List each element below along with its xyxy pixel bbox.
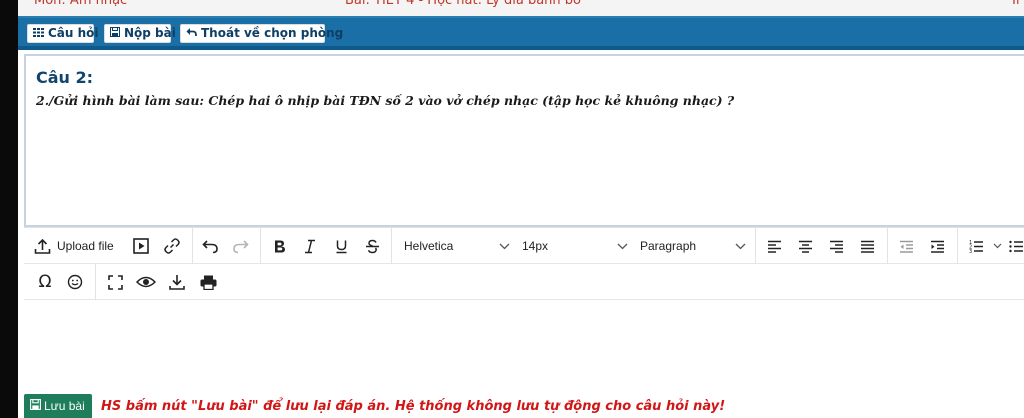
download-icon [169,274,185,290]
rich-text-editor: Upload file Helvetica 14px Paragraph 1 2… [24,227,1024,389]
emoji-button[interactable] [62,264,88,300]
align-right-icon [829,240,844,253]
smiley-icon [67,274,83,290]
font-family-select[interactable]: Helvetica [404,228,510,264]
save-icon [30,399,41,413]
outdent-button[interactable] [893,228,919,264]
question-panel: Câu 2: 2./Gửi hình bài làm sau: Chép hai… [24,54,1024,227]
strikethrough-icon [365,239,380,254]
editor-toolbar-row-2: Ω [24,264,1024,300]
print-button[interactable] [195,264,221,300]
font-size-value: 14px [522,239,549,253]
block-format-select[interactable]: Paragraph [640,228,746,264]
toolbar-separator [957,228,958,264]
toolbar-separator [260,228,261,264]
bold-button[interactable] [267,228,293,264]
toolbar-separator [755,228,756,264]
numbered-list-button[interactable]: 123 [964,228,988,264]
indent-icon [930,240,945,253]
font-family-value: Helvetica [404,239,454,253]
subject-text: Môn: Âm nhạc [34,0,128,8]
save-answer-button[interactable]: Lưu bài [24,394,92,418]
question-title: Câu 2: [36,68,94,87]
underline-icon [335,239,348,254]
eye-icon [136,275,156,289]
italic-button[interactable] [298,228,322,264]
play-media-icon [133,238,149,254]
editor-toolbar-row-1: Upload file Helvetica 14px Paragraph 1 2… [24,228,1024,264]
editor-content-area[interactable] [24,300,1024,389]
svg-text:3: 3 [969,249,972,253]
fullscreen-icon [107,274,123,290]
omega-icon: Ω [38,272,52,292]
toolbar-separator [192,228,193,264]
redo-icon [232,239,249,254]
strikethrough-button[interactable] [360,228,384,264]
media-button[interactable] [128,228,154,264]
align-left-button[interactable] [761,228,787,264]
left-edge-bar [0,0,18,418]
chevron-down-icon [735,239,746,253]
indent-button[interactable] [924,228,950,264]
reply-arrow-icon [186,25,197,42]
outdent-icon [899,240,914,253]
submit-button[interactable]: Nộp bài [104,24,176,43]
undo-icon [201,239,219,254]
align-right-button[interactable] [823,228,849,264]
align-justify-icon [860,240,875,253]
upload-icon [34,238,51,255]
download-button[interactable] [164,264,190,300]
upload-file-label: Upload file [57,239,114,253]
save-answer-label: Lưu bài [44,399,85,413]
save-icon [110,25,120,42]
undo-button[interactable] [197,228,223,264]
right-info-text: Tr [1010,0,1022,8]
bullet-list-icon [1009,239,1024,253]
align-left-icon [767,240,782,253]
align-center-button[interactable] [792,228,818,264]
upload-file-button[interactable]: Upload file [34,228,120,264]
numbered-list-icon: 123 [969,239,984,253]
font-size-select[interactable]: 14px [522,228,628,264]
toolbar-separator [391,228,392,264]
exit-room-button[interactable]: Thoát về chọn phòng [180,24,343,43]
submit-label: Nộp bài [124,26,176,40]
nav-bar: Câu hỏi Nộp bài Thoát về chọn phòng [18,18,1024,50]
numbered-list-dropdown[interactable] [990,228,1004,264]
block-format-value: Paragraph [640,239,697,253]
special-character-button[interactable]: Ω [32,264,58,300]
question-text: 2./Gửi hình bài làm sau: Chép hai ô nhịp… [36,93,735,108]
chevron-down-icon [499,239,510,253]
bold-icon [273,239,287,254]
italic-icon [304,239,316,254]
exit-room-label: Thoát về chọn phòng [201,26,344,40]
bullet-list-button[interactable] [1009,228,1024,264]
underline-button[interactable] [329,228,353,264]
link-icon [163,237,181,255]
question-list-label: Câu hỏi [48,26,99,40]
align-center-icon [798,240,813,253]
redo-button[interactable] [227,228,253,264]
chevron-down-icon [993,243,1002,249]
preview-button[interactable] [132,264,160,300]
info-strip: Môn: Âm nhạc Bài: TIẾT 4 - Học hát: Lý đ… [18,0,1024,18]
toolbar-separator [95,264,96,300]
fullscreen-button[interactable] [102,264,128,300]
link-button[interactable] [158,228,186,264]
lesson-text: Bài: TIẾT 4 - Học hát: Lý đĩa bánh bò [345,0,581,8]
chevron-down-icon [617,239,628,253]
printer-icon [200,275,217,290]
question-list-button[interactable]: Câu hỏi [27,24,99,43]
align-justify-button[interactable] [854,228,880,264]
toolbar-separator [887,228,888,264]
grid-icon [33,25,44,42]
autosave-warning-text: HS bấm nút "Lưu bài" để lưu lại đáp án. … [101,399,726,414]
